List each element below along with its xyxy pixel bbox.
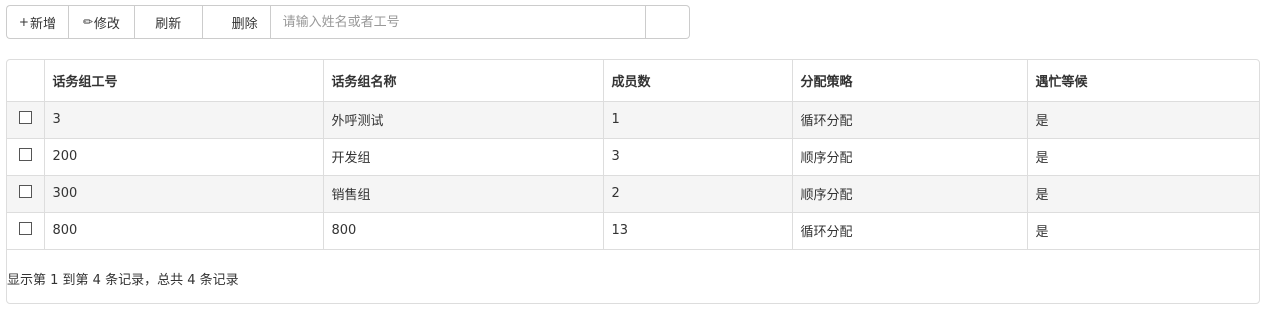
edit-button-label: 修改: [93, 16, 120, 32]
header-member-count[interactable]: 成员数: [602, 60, 792, 102]
cell-group-id: 800: [43, 212, 323, 250]
cell-group-name: 开发组: [322, 138, 603, 176]
row-select-cell: [7, 212, 44, 250]
cell-member-count: 2: [602, 175, 792, 213]
toolbar: + 新增 ✏ 修改 刷新 删除: [6, 5, 690, 39]
delete-button-label: 删除: [231, 16, 258, 32]
cell-strategy: 循环分配: [791, 212, 1027, 250]
cell-busy-wait: 是: [1026, 138, 1259, 176]
delete-button[interactable]: 删除: [201, 5, 270, 39]
header-group-id[interactable]: 话务组工号: [43, 60, 323, 102]
cell-member-count: 13: [602, 212, 792, 250]
search-input[interactable]: [269, 5, 647, 39]
row-checkbox[interactable]: [18, 110, 32, 124]
pencil-icon: ✏: [82, 15, 93, 29]
cell-member-count: 1: [602, 101, 792, 139]
row-select-cell: [7, 101, 44, 139]
add-button[interactable]: + 新增: [6, 5, 68, 39]
table-row[interactable]: 300 销售组 2 顺序分配 是: [7, 175, 1259, 213]
cell-busy-wait: 是: [1026, 212, 1259, 250]
table-header-row: 话务组工号 话务组名称 成员数 分配策略 遇忙等候: [7, 60, 1259, 102]
cell-group-name: 销售组: [322, 175, 603, 213]
cell-busy-wait: 是: [1026, 175, 1259, 213]
table-row[interactable]: 800 800 13 循环分配 是: [7, 212, 1259, 250]
search-button[interactable]: [646, 5, 690, 39]
row-checkbox[interactable]: [18, 147, 32, 161]
table-row[interactable]: 200 开发组 3 顺序分配 是: [7, 138, 1259, 176]
cell-strategy: 循环分配: [791, 101, 1027, 139]
group-table: 话务组工号 话务组名称 成员数 分配策略 遇忙等候 3 外呼测试 1 循环分配 …: [7, 60, 1259, 250]
cell-strategy: 顺序分配: [791, 175, 1027, 213]
cell-group-name: 外呼测试: [322, 101, 603, 139]
cell-strategy: 顺序分配: [791, 138, 1027, 176]
header-group-name[interactable]: 话务组名称: [322, 60, 603, 102]
refresh-button-label: 刷新: [155, 16, 182, 32]
refresh-button[interactable]: 刷新: [133, 5, 202, 39]
cell-group-id: 300: [43, 175, 323, 213]
header-strategy[interactable]: 分配策略: [791, 60, 1027, 102]
row-select-cell: [7, 138, 44, 176]
edit-button[interactable]: ✏ 修改: [67, 5, 134, 39]
cell-group-id: 200: [43, 138, 323, 176]
pagination-summary: 显示第 1 到第 4 条记录，总共 4 条记录: [7, 273, 239, 288]
header-busy-wait[interactable]: 遇忙等候: [1026, 60, 1259, 102]
cell-busy-wait: 是: [1026, 101, 1259, 139]
row-select-cell: [7, 175, 44, 213]
plus-icon: +: [18, 15, 29, 29]
row-checkbox[interactable]: [18, 184, 32, 198]
header-select: [7, 60, 44, 102]
cell-group-id: 3: [43, 101, 323, 139]
data-table-container: 话务组工号 话务组名称 成员数 分配策略 遇忙等候 3 外呼测试 1 循环分配 …: [6, 59, 1260, 304]
table-row[interactable]: 3 外呼测试 1 循环分配 是: [7, 101, 1259, 139]
cell-member-count: 3: [602, 138, 792, 176]
add-button-label: 新增: [29, 16, 56, 32]
cell-group-name: 800: [322, 212, 603, 250]
row-checkbox[interactable]: [18, 221, 32, 235]
